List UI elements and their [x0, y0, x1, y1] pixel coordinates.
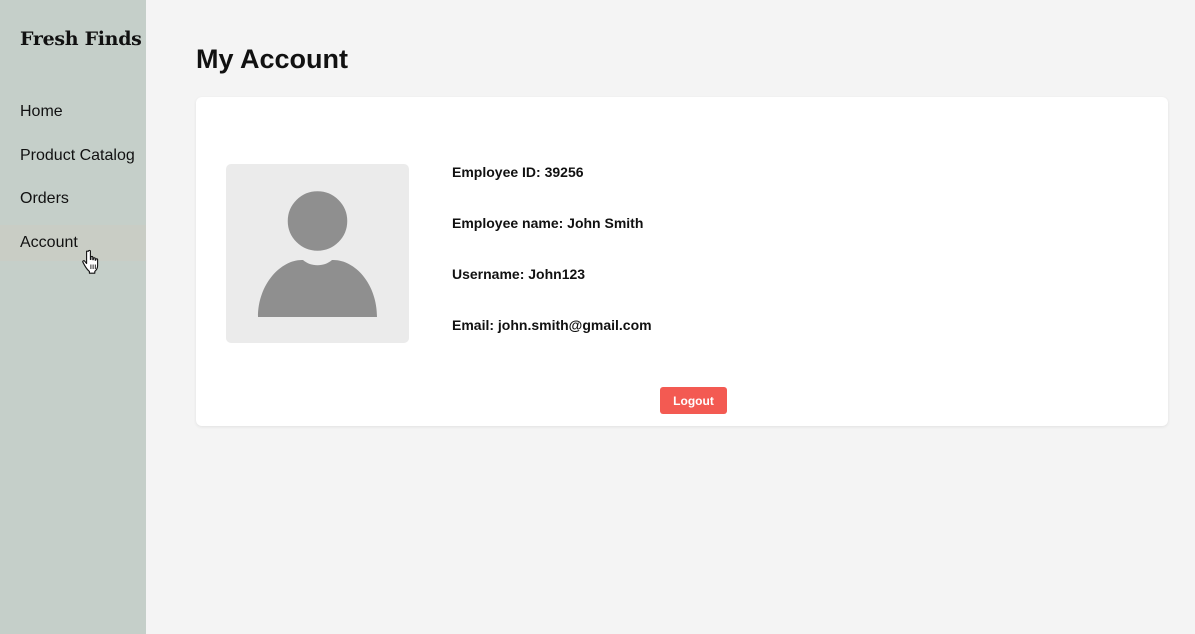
sidebar-item-home[interactable]: Home [0, 94, 146, 130]
page-title: My Account [196, 44, 349, 74]
avatar-silhouette [258, 188, 377, 317]
sidebar-item-account[interactable]: Account [0, 225, 146, 262]
hand-pointer-icon [82, 249, 99, 274]
email: Email: john.smith@gmail.com [452, 317, 652, 333]
username: Username: John123 [452, 266, 586, 282]
account-card: Employee ID: 39256 Employee name: John S… [196, 97, 1168, 426]
user-avatar-icon [226, 164, 409, 343]
sidebar-nav: Home Product Catalog Orders Account [0, 94, 146, 269]
sidebar-item-orders[interactable]: Orders [0, 181, 146, 217]
logout-button[interactable]: Logout [660, 387, 727, 414]
employee-name: Employee name: John Smith [452, 215, 644, 231]
sidebar-item-product-catalog[interactable]: Product Catalog [0, 138, 146, 174]
employee-id: Employee ID: 39256 [452, 164, 584, 180]
app-root: Fresh Finds Home Product Catalog Orders … [0, 0, 1195, 634]
brand-title: Fresh Finds [20, 28, 142, 50]
account-details: Employee ID: 39256 Employee name: John S… [452, 163, 652, 367]
sidebar: Fresh Finds Home Product Catalog Orders … [0, 0, 146, 634]
